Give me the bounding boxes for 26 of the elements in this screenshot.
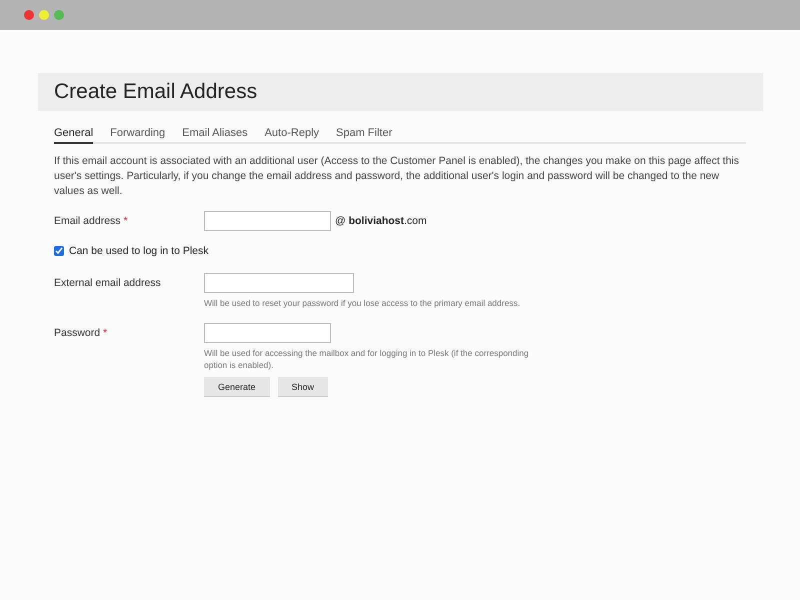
page-title: Create Email Address (54, 80, 258, 104)
close-icon[interactable] (24, 10, 34, 20)
maximize-icon[interactable] (54, 10, 64, 20)
checkbox-icon[interactable] (54, 246, 64, 256)
field-label: Email address (54, 215, 121, 227)
login-checkbox[interactable]: Can be used to log in to Plesk (54, 245, 746, 257)
required-mark: * (122, 215, 128, 227)
tab[interactable]: General (54, 127, 94, 144)
tab[interactable]: Forwarding (110, 127, 166, 144)
field-hint: Will be used to reset your password if you lose access to the primary email address. (204, 297, 522, 309)
tab[interactable]: Email Aliases (182, 127, 248, 144)
action-button[interactable]: Generate (204, 377, 270, 397)
field-label: Password (54, 327, 100, 339)
action-button[interactable]: Show (278, 377, 328, 397)
input-field[interactable] (204, 211, 331, 231)
input-field[interactable] (204, 323, 331, 343)
tab[interactable]: Auto-Reply (264, 127, 320, 144)
input-field[interactable] (204, 273, 354, 293)
domain-text: @ boliviahost.com (335, 215, 427, 227)
tab[interactable]: Spam Filter (336, 127, 392, 144)
field-hint: Will be used for accessing the mailbox and for logging in to Plesk (if the corresponding option is enabled). (204, 347, 530, 371)
required-mark: * (102, 327, 108, 339)
field-label: External email address (54, 277, 161, 289)
minimize-icon[interactable] (39, 10, 49, 20)
checkbox-label: Can be used to log in to Plesk (69, 245, 209, 257)
notice-text: If this email account is associated with an additional user (Access to the Customer Panel is enabled), the changes you make on this page affect this user's settings. Particularly, if you change the email address and password, the additional user's login and password will be changed to the new values as well. (54, 154, 740, 199)
